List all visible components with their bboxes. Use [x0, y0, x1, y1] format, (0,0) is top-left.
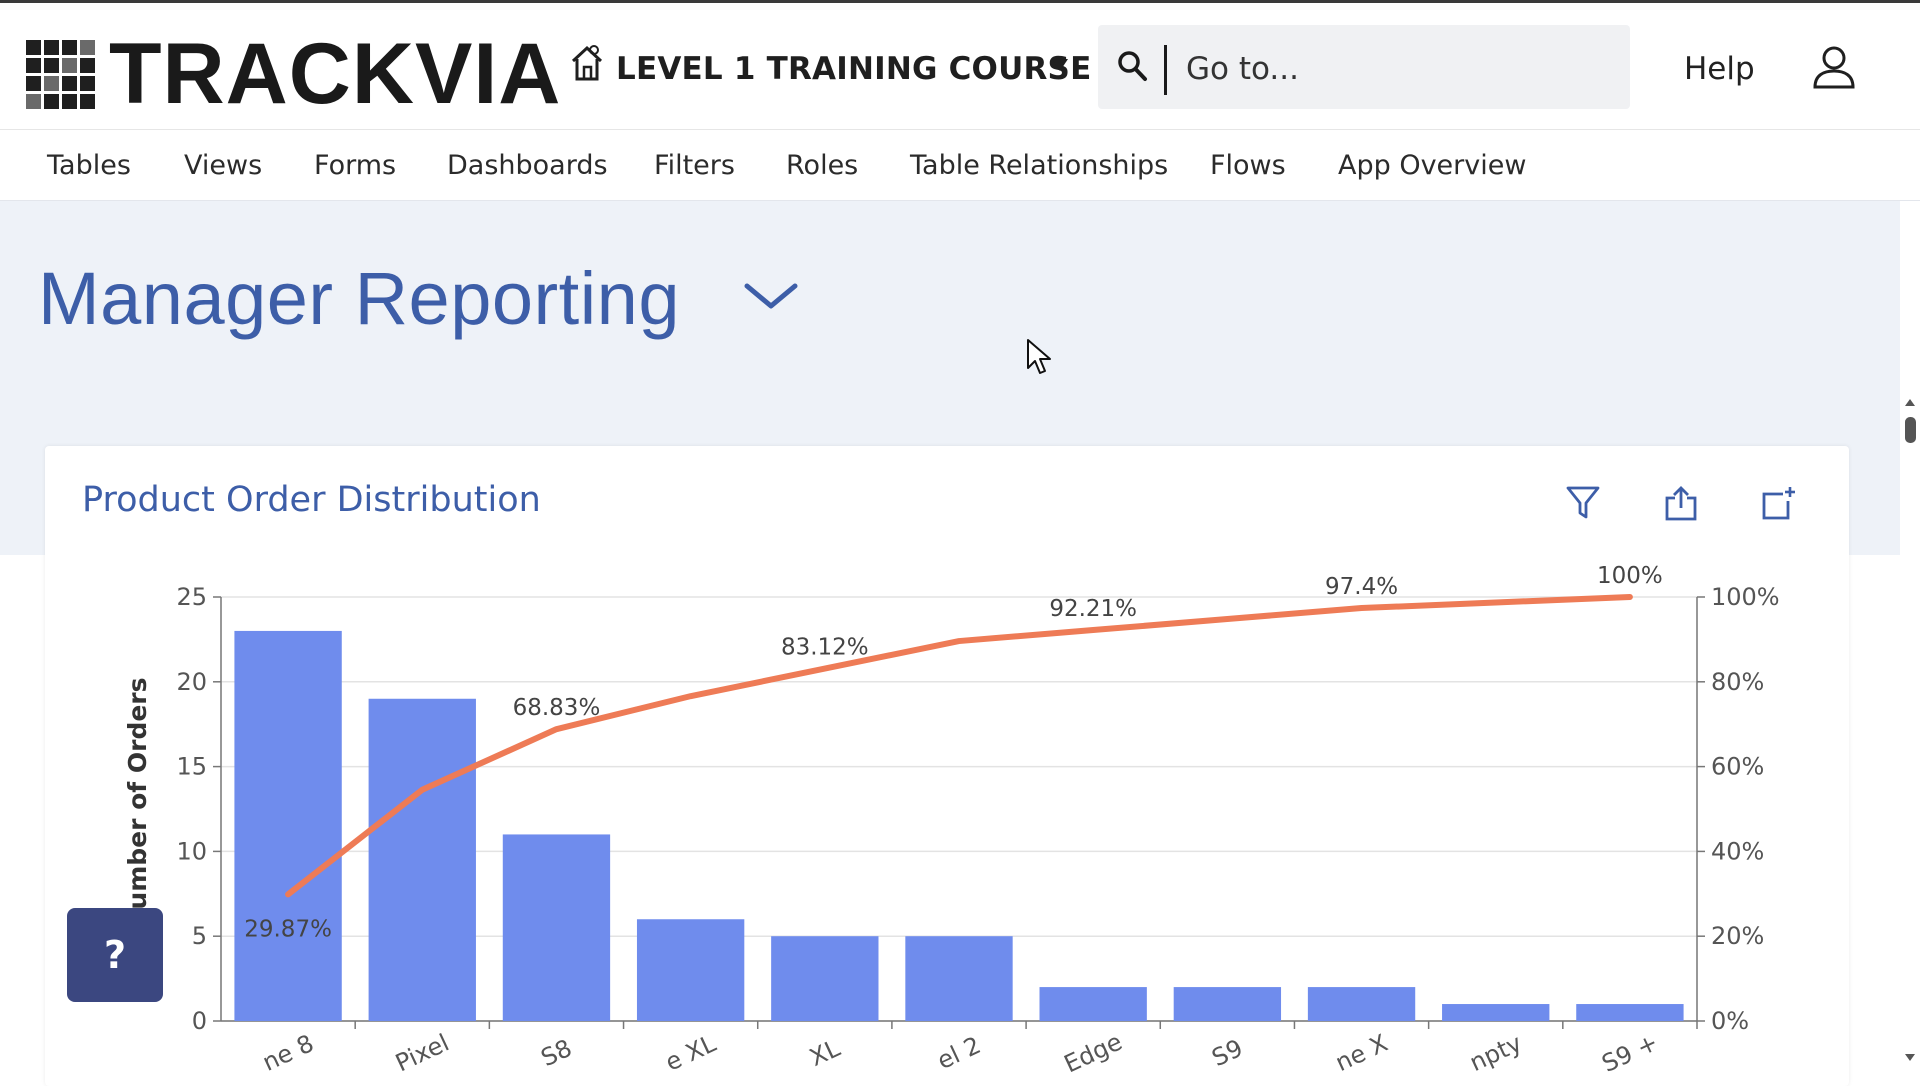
search-box — [1098, 25, 1630, 109]
nav-item-flows[interactable]: Flows — [1210, 150, 1286, 181]
nav-item-roles[interactable]: Roles — [786, 150, 858, 181]
nav-item-dashboards[interactable]: Dashboards — [447, 150, 608, 181]
bar — [771, 936, 879, 1021]
bar — [1442, 1004, 1550, 1021]
x-tick-label: S9 — [1208, 1034, 1247, 1072]
y-tick-label: 15 — [176, 753, 207, 781]
x-tick-label: ne 8 — [258, 1029, 318, 1077]
nav-item-tables[interactable]: Tables — [47, 150, 131, 181]
bar — [636, 919, 745, 1021]
logo-text: TRACKVIA — [109, 26, 562, 122]
bar — [234, 630, 342, 1021]
nav-item-app-overview[interactable]: App Overview — [1338, 150, 1526, 181]
bar — [368, 698, 476, 1021]
x-tick-label: ne X — [1331, 1029, 1392, 1077]
y-tick-label: 0 — [192, 1007, 207, 1035]
help-button[interactable]: ? — [67, 908, 163, 1002]
scroll-up-arrow-icon[interactable] — [1904, 397, 1916, 407]
data-label: 92.21% — [1049, 596, 1137, 622]
help-link[interactable]: Help — [1684, 51, 1755, 87]
trackvia-logo[interactable]: TRACKVIA — [26, 26, 562, 122]
user-icon[interactable] — [1812, 45, 1856, 91]
home-icon[interactable] — [570, 43, 604, 83]
app-name[interactable]: LEVEL 1 TRAINING COURSE — [616, 51, 1091, 87]
cumulative-line — [285, 594, 1633, 898]
bar — [1576, 1004, 1684, 1021]
x-tick-label: e XL — [661, 1029, 721, 1077]
scroll-down-arrow-icon[interactable] — [1904, 1053, 1916, 1063]
pareto-chart: 0 5 10 15 20 25 0% 20% 40% 60% 80% 100% Number of Or… — [123, 563, 1780, 1079]
data-label: 68.83% — [513, 695, 601, 721]
page-title: Manager Reporting — [38, 257, 680, 340]
bar — [1173, 987, 1282, 1021]
y2-tick-label: 60% — [1711, 753, 1764, 781]
bar — [1307, 987, 1416, 1021]
nav-item-views[interactable]: Views — [184, 150, 262, 181]
app-nav: Tables Views Forms Dashboards Filters Ro… — [0, 130, 1920, 201]
nav-item-filters[interactable]: Filters — [654, 150, 735, 181]
y-tick-label: 5 — [192, 922, 207, 950]
y-tick-label: 10 — [176, 837, 207, 865]
x-tick-label: S9 + — [1598, 1028, 1663, 1078]
search-icon[interactable] — [1116, 49, 1148, 83]
x-tick-label: XL — [805, 1034, 844, 1072]
data-label: 100% — [1597, 563, 1663, 589]
y-tick-label: 20 — [176, 668, 207, 696]
data-label: 97.4% — [1325, 574, 1398, 600]
data-label: 83.12% — [781, 635, 869, 661]
logo-grid-icon — [26, 39, 95, 109]
bar — [905, 936, 1013, 1021]
scrollbar[interactable] — [1900, 393, 1920, 1072]
y2-tick-label: 20% — [1711, 922, 1764, 950]
bar — [502, 834, 611, 1021]
scrollbar-thumb[interactable] — [1905, 417, 1916, 443]
chevron-down-icon[interactable] — [742, 278, 800, 314]
y2-tick-label: 100% — [1711, 583, 1780, 611]
x-tick-label: Edge — [1060, 1028, 1127, 1079]
x-tick-label: S8 — [537, 1034, 576, 1072]
y2-tick-label: 0% — [1711, 1007, 1749, 1035]
bar — [1039, 987, 1147, 1021]
search-input[interactable] — [1184, 45, 1618, 93]
x-tick-label: npty — [1465, 1029, 1526, 1077]
nav-item-forms[interactable]: Forms — [314, 150, 396, 181]
y-axis-title: Number of Orders — [123, 677, 152, 930]
data-label: 29.87% — [244, 916, 332, 942]
y2-tick-label: 40% — [1711, 837, 1764, 865]
y-tick-label: 25 — [176, 583, 207, 611]
nav-item-table-relationships[interactable]: Table Relationships — [910, 150, 1168, 181]
x-tick-label: el 2 — [933, 1031, 985, 1075]
mouse-pointer-icon — [1027, 339, 1051, 374]
dashboard-card: Product Order Distribution 0 5 10 15 20 25 0% 2… — [45, 446, 1849, 1086]
y2-tick-label: 80% — [1711, 668, 1764, 696]
x-tick-label: Pixel — [391, 1029, 453, 1078]
caret-down-icon[interactable] — [1050, 57, 1070, 73]
app-header: TRACKVIA LEVEL 1 TRAINING COURSE Help — [0, 3, 1920, 130]
text-cursor — [1164, 45, 1167, 95]
